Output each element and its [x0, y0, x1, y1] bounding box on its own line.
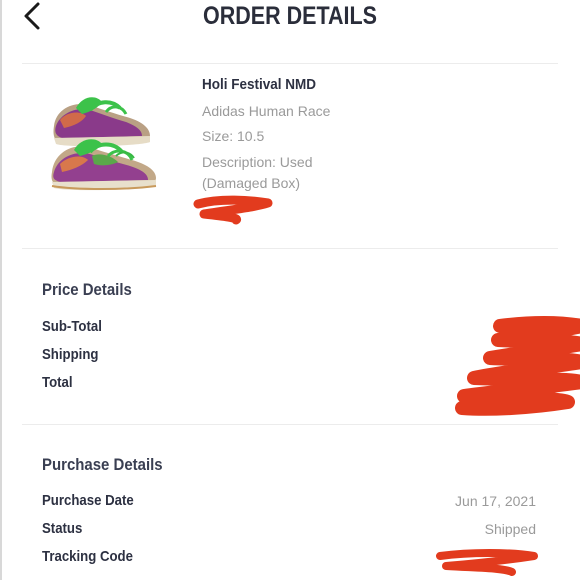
shipping-label: Shipping [42, 346, 99, 363]
product-brand: Adidas Human Race [202, 103, 331, 119]
redaction-scribble-product [193, 195, 273, 225]
left-edge-line [0, 0, 2, 580]
total-label: Total [42, 374, 73, 391]
redaction-scribble-prices [455, 316, 580, 416]
divider-price [22, 248, 558, 249]
status-label: Status [42, 520, 83, 537]
product-description-note: (Damaged Box) [202, 175, 301, 191]
product-name[interactable]: Holi Festival NMD [202, 76, 316, 93]
divider-top [22, 63, 558, 64]
tracking-code-label: Tracking Code [42, 548, 133, 565]
product-description: Description: Used [202, 154, 313, 170]
divider-purchase [22, 424, 558, 425]
subtotal-label: Sub-Total [42, 318, 102, 335]
purchase-details-title: Purchase Details [42, 455, 163, 474]
header-bar: ORDER DETAILS [0, 0, 580, 38]
purchase-date-label: Purchase Date [42, 492, 134, 509]
status-value: Shipped [484, 521, 536, 537]
product-size: Size: 10.5 [202, 128, 265, 144]
purchase-date-value: Jun 17, 2021 [455, 493, 536, 509]
price-details-title: Price Details [42, 280, 132, 299]
page-title: ORDER DETAILS [202, 2, 377, 30]
sneaker-pair-image [51, 97, 157, 191]
redaction-scribble-tracking [436, 549, 538, 576]
